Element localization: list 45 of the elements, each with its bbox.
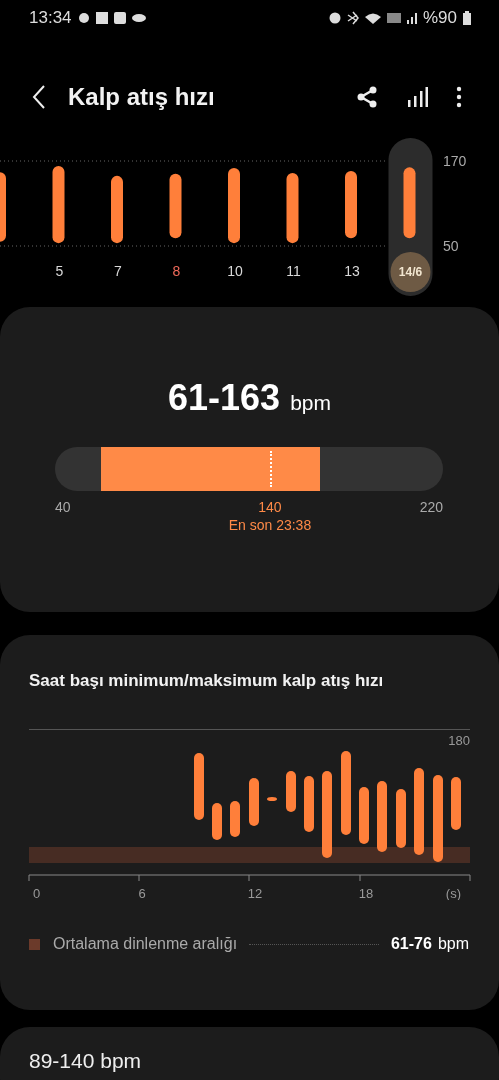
day-label[interactable]: 10 [227, 263, 243, 279]
card-title: Saat başı minimum/maksimum kalp atış hızı [28, 670, 385, 692]
day-label[interactable]: 7 [114, 263, 122, 279]
day-label[interactable]: 11 [286, 263, 301, 279]
wifi-icon [364, 12, 381, 24]
more-icon[interactable] [456, 86, 462, 108]
legend-unit: bpm [437, 935, 469, 953]
axis-label: 170 [443, 153, 467, 169]
axis-label: 6 [138, 886, 146, 900]
heart-rate-bar[interactable] [52, 165, 65, 244]
bluetooth-icon [346, 11, 359, 25]
axis-label: (s) [445, 886, 461, 900]
back-icon[interactable] [32, 85, 46, 109]
range-value: 61-163 [168, 377, 281, 419]
page-title: Kalp atış hızı [68, 83, 215, 111]
axis-label: 18 [358, 886, 374, 900]
heart-rate-bar[interactable] [169, 173, 182, 239]
legend-label: Ortalama dinlenme aralığı [53, 935, 238, 953]
heart-rate-bar[interactable] [0, 172, 6, 242]
axis-label: 50 [443, 238, 459, 254]
battery-icon [463, 11, 471, 25]
day-label[interactable]: 14/6 [398, 265, 423, 279]
latest-caption: En son 23:38 [228, 517, 312, 533]
status-time: 13:34 [29, 8, 72, 28]
signal-icon [406, 12, 417, 24]
bar-chart-icon[interactable] [406, 86, 428, 108]
axis-label: 12 [247, 886, 263, 900]
range-unit: bpm [290, 391, 331, 415]
heart-rate-bar[interactable] [228, 168, 240, 244]
axis-label: 180 [448, 733, 470, 748]
share-icon[interactable] [356, 86, 378, 108]
record-range[interactable]: 89-140 bpm [0, 1027, 142, 1073]
day-label[interactable]: 8 [172, 263, 181, 279]
day-label[interactable]: 13 [344, 263, 360, 279]
legend-value: 61-76 [390, 935, 432, 953]
scale-max: 220 [419, 499, 443, 515]
heart-rate-bar[interactable] [345, 170, 357, 239]
selected-day-badge [390, 252, 431, 292]
scale-min: 40 [55, 499, 71, 515]
heart-rate-bar[interactable] [286, 173, 299, 244]
battery-level: %90 [422, 8, 457, 28]
latest-value: 140 [258, 499, 282, 515]
heart-rate-bar[interactable] [111, 175, 123, 244]
axis-label: 0 [33, 886, 41, 900]
day-label[interactable]: 5 [55, 263, 64, 279]
